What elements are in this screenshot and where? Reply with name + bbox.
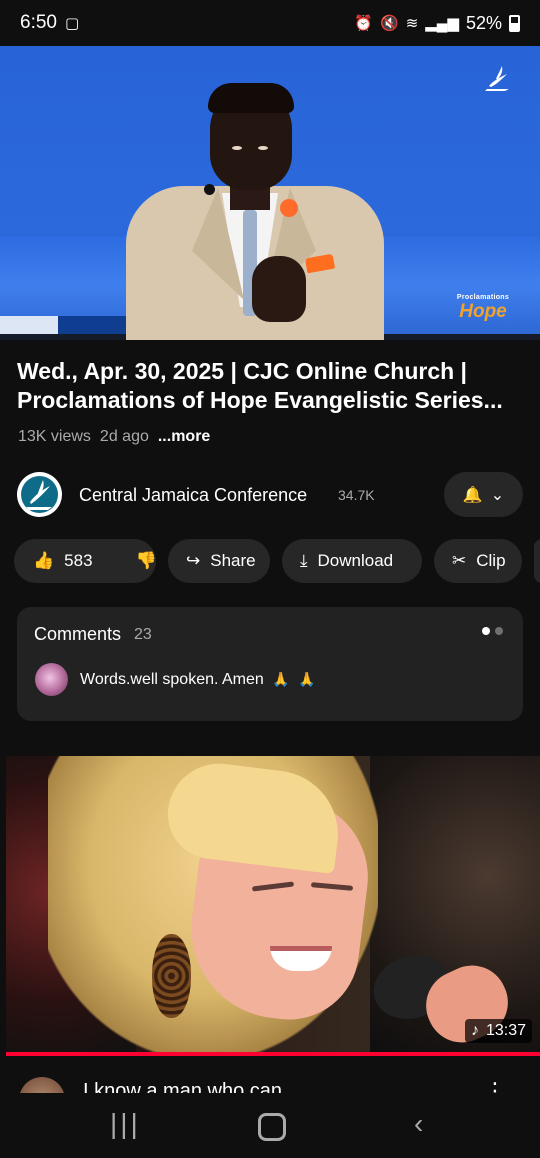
chevron-down-icon: ⌄ — [490, 486, 505, 504]
clip-label: Clip — [476, 551, 506, 570]
series-logo-title: Hope — [459, 301, 507, 322]
comments-title: Comments — [34, 624, 122, 644]
thumbs-down-icon[interactable]: 👎 — [136, 551, 157, 571]
presenter-hair — [208, 83, 294, 113]
comments-count: 23 — [134, 626, 152, 643]
praying-hands-icon: 🙏 — [272, 671, 290, 687]
clip-button[interactable]: ✂ Clip — [434, 539, 522, 583]
video-title[interactable]: Wed., Apr. 30, 2025 | CJC Online Church … — [17, 357, 527, 415]
android-navigation-bar: ||| ‹ — [0, 1093, 540, 1158]
upload-age: 2d ago — [99, 428, 149, 445]
share-button[interactable]: ↪ Share — [168, 539, 270, 583]
channel-avatar[interactable] — [17, 472, 62, 517]
praying-hands-icon: 🙏 — [298, 671, 316, 687]
status-left: 6:50 ▢ — [20, 12, 79, 34]
status-right: ⏰ 🔇 ≋ ▂▄▆ 52% — [354, 13, 520, 34]
status-time: 6:50 — [20, 12, 57, 33]
music-note-icon: ♪ — [470, 1022, 479, 1039]
download-icon: ⤓ — [300, 551, 308, 570]
comments-page-indicator — [482, 627, 503, 635]
subscriber-count: 34.7K — [338, 487, 375, 503]
download-label: Download — [317, 551, 394, 570]
series-logo-subtitle: Proclamations — [456, 294, 510, 301]
share-label: Share — [210, 551, 256, 570]
inactive-page-dot — [495, 627, 503, 635]
scissors-icon: ✂ — [452, 551, 467, 570]
channel-logo-icon — [21, 476, 58, 513]
signal-icon: ▂▄▆ — [425, 14, 459, 32]
more-options-icon[interactable]: ⋮ — [484, 1078, 506, 1093]
thumbs-up-icon: 👍 — [33, 551, 55, 570]
more-link[interactable]: ...more — [158, 428, 210, 446]
lapel-flower — [280, 199, 298, 217]
channel-row: Central Jamaica Conference 34.7K 🔔 ⌄ — [17, 472, 523, 518]
next-channel-avatar[interactable] — [19, 1077, 65, 1093]
like-dislike-pill: 👍 583 👎 — [14, 539, 157, 583]
top-comment-text: Words.well spoken. Amen — [80, 671, 264, 688]
notification-button[interactable]: 🔔 ⌄ — [444, 472, 523, 517]
church-logo-icon — [482, 62, 514, 94]
screen-cast-icon: ▢ — [64, 14, 80, 32]
channel-name[interactable]: Central Jamaica Conference — [79, 485, 307, 506]
active-page-dot — [482, 627, 490, 635]
presenter-left-eye — [232, 146, 242, 150]
bell-icon: 🔔 — [462, 486, 483, 504]
more-actions-button[interactable] — [534, 539, 540, 583]
series-logo: Proclamations Hope — [446, 294, 520, 328]
like-count: 583 — [64, 551, 93, 570]
next-video-info[interactable]: I know a man who can ⋮ — [17, 1074, 523, 1093]
duration-badge: ♪ 13:37 — [464, 1019, 532, 1043]
top-comment: Words.well spoken. Amen 🙏 🙏 — [80, 671, 316, 689]
comment-avatar[interactable] — [35, 663, 68, 696]
comments-card[interactable]: Comments 23 Words.well spoken. Amen 🙏 🙏 — [17, 607, 523, 721]
recent-apps-icon[interactable]: ||| — [110, 1108, 141, 1140]
back-icon[interactable]: ‹ — [414, 1108, 423, 1140]
battery-percent: 52% — [465, 12, 502, 33]
home-icon[interactable] — [258, 1113, 286, 1141]
battery-icon — [509, 14, 520, 32]
singer-earring — [152, 934, 191, 1018]
view-count: 13K views — [18, 428, 91, 445]
presenter-right-eye — [258, 146, 268, 150]
presenter-hands — [252, 256, 306, 322]
next-video-title[interactable]: I know a man who can — [83, 1080, 282, 1093]
alarm-icon: ⏰ — [354, 14, 373, 32]
share-icon: ↪ — [186, 551, 201, 570]
video-player[interactable]: Proclamations Hope — [0, 46, 540, 340]
watched-progress — [6, 1052, 540, 1056]
status-bar: 6:50 ▢ ⏰ 🔇 ≋ ▂▄▆ 52% — [0, 0, 540, 46]
next-video-thumbnail[interactable]: ♪ 13:37 — [6, 756, 540, 1056]
wifi-icon: ≋ — [405, 14, 419, 32]
like-button[interactable]: 👍 583 — [33, 551, 93, 571]
mute-icon: 🔇 — [380, 14, 399, 32]
download-button[interactable]: ⤓ Download — [282, 539, 422, 583]
video-actions: 👍 583 👎 ↪ Share ⤓ Download ✂ Clip — [14, 539, 540, 585]
video-presenter — [118, 68, 390, 340]
video-duration: 13:37 — [485, 1022, 526, 1039]
presenter-mic — [204, 184, 215, 195]
video-meta[interactable]: 13K views 2d ago ...more — [18, 428, 210, 446]
